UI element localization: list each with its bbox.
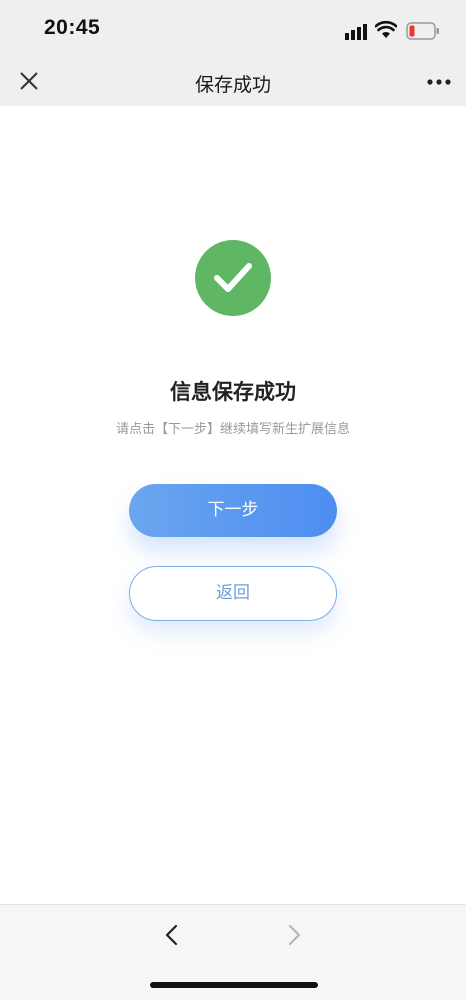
status-time: 20:45 xyxy=(44,16,101,39)
back-arrow-icon[interactable] xyxy=(162,923,182,947)
page-title: 保存成功 xyxy=(194,74,271,96)
check-icon xyxy=(214,263,252,292)
success-subtitle: 请点击【下一步】继续填写新生扩展信息 xyxy=(115,422,350,437)
wifi-icon xyxy=(375,20,397,38)
screen: 20:45 保存成功 信息保存成功 请点击【下一步】继续填写新生扩展信息 下一步… xyxy=(0,0,466,1000)
forward-arrow-icon[interactable] xyxy=(284,923,304,947)
status-bar: 20:45 xyxy=(0,0,466,58)
signal-icon xyxy=(345,24,367,40)
battery-low-icon xyxy=(406,22,439,40)
more-icon[interactable] xyxy=(426,78,452,86)
next-step-button[interactable]: 下一步 xyxy=(129,484,337,537)
return-button[interactable]: 返回 xyxy=(129,566,337,621)
home-indicator[interactable] xyxy=(150,982,318,988)
nav-bar: 保存成功 xyxy=(0,58,466,106)
success-title: 信息保存成功 xyxy=(170,380,296,404)
check-circle-icon xyxy=(195,240,271,316)
